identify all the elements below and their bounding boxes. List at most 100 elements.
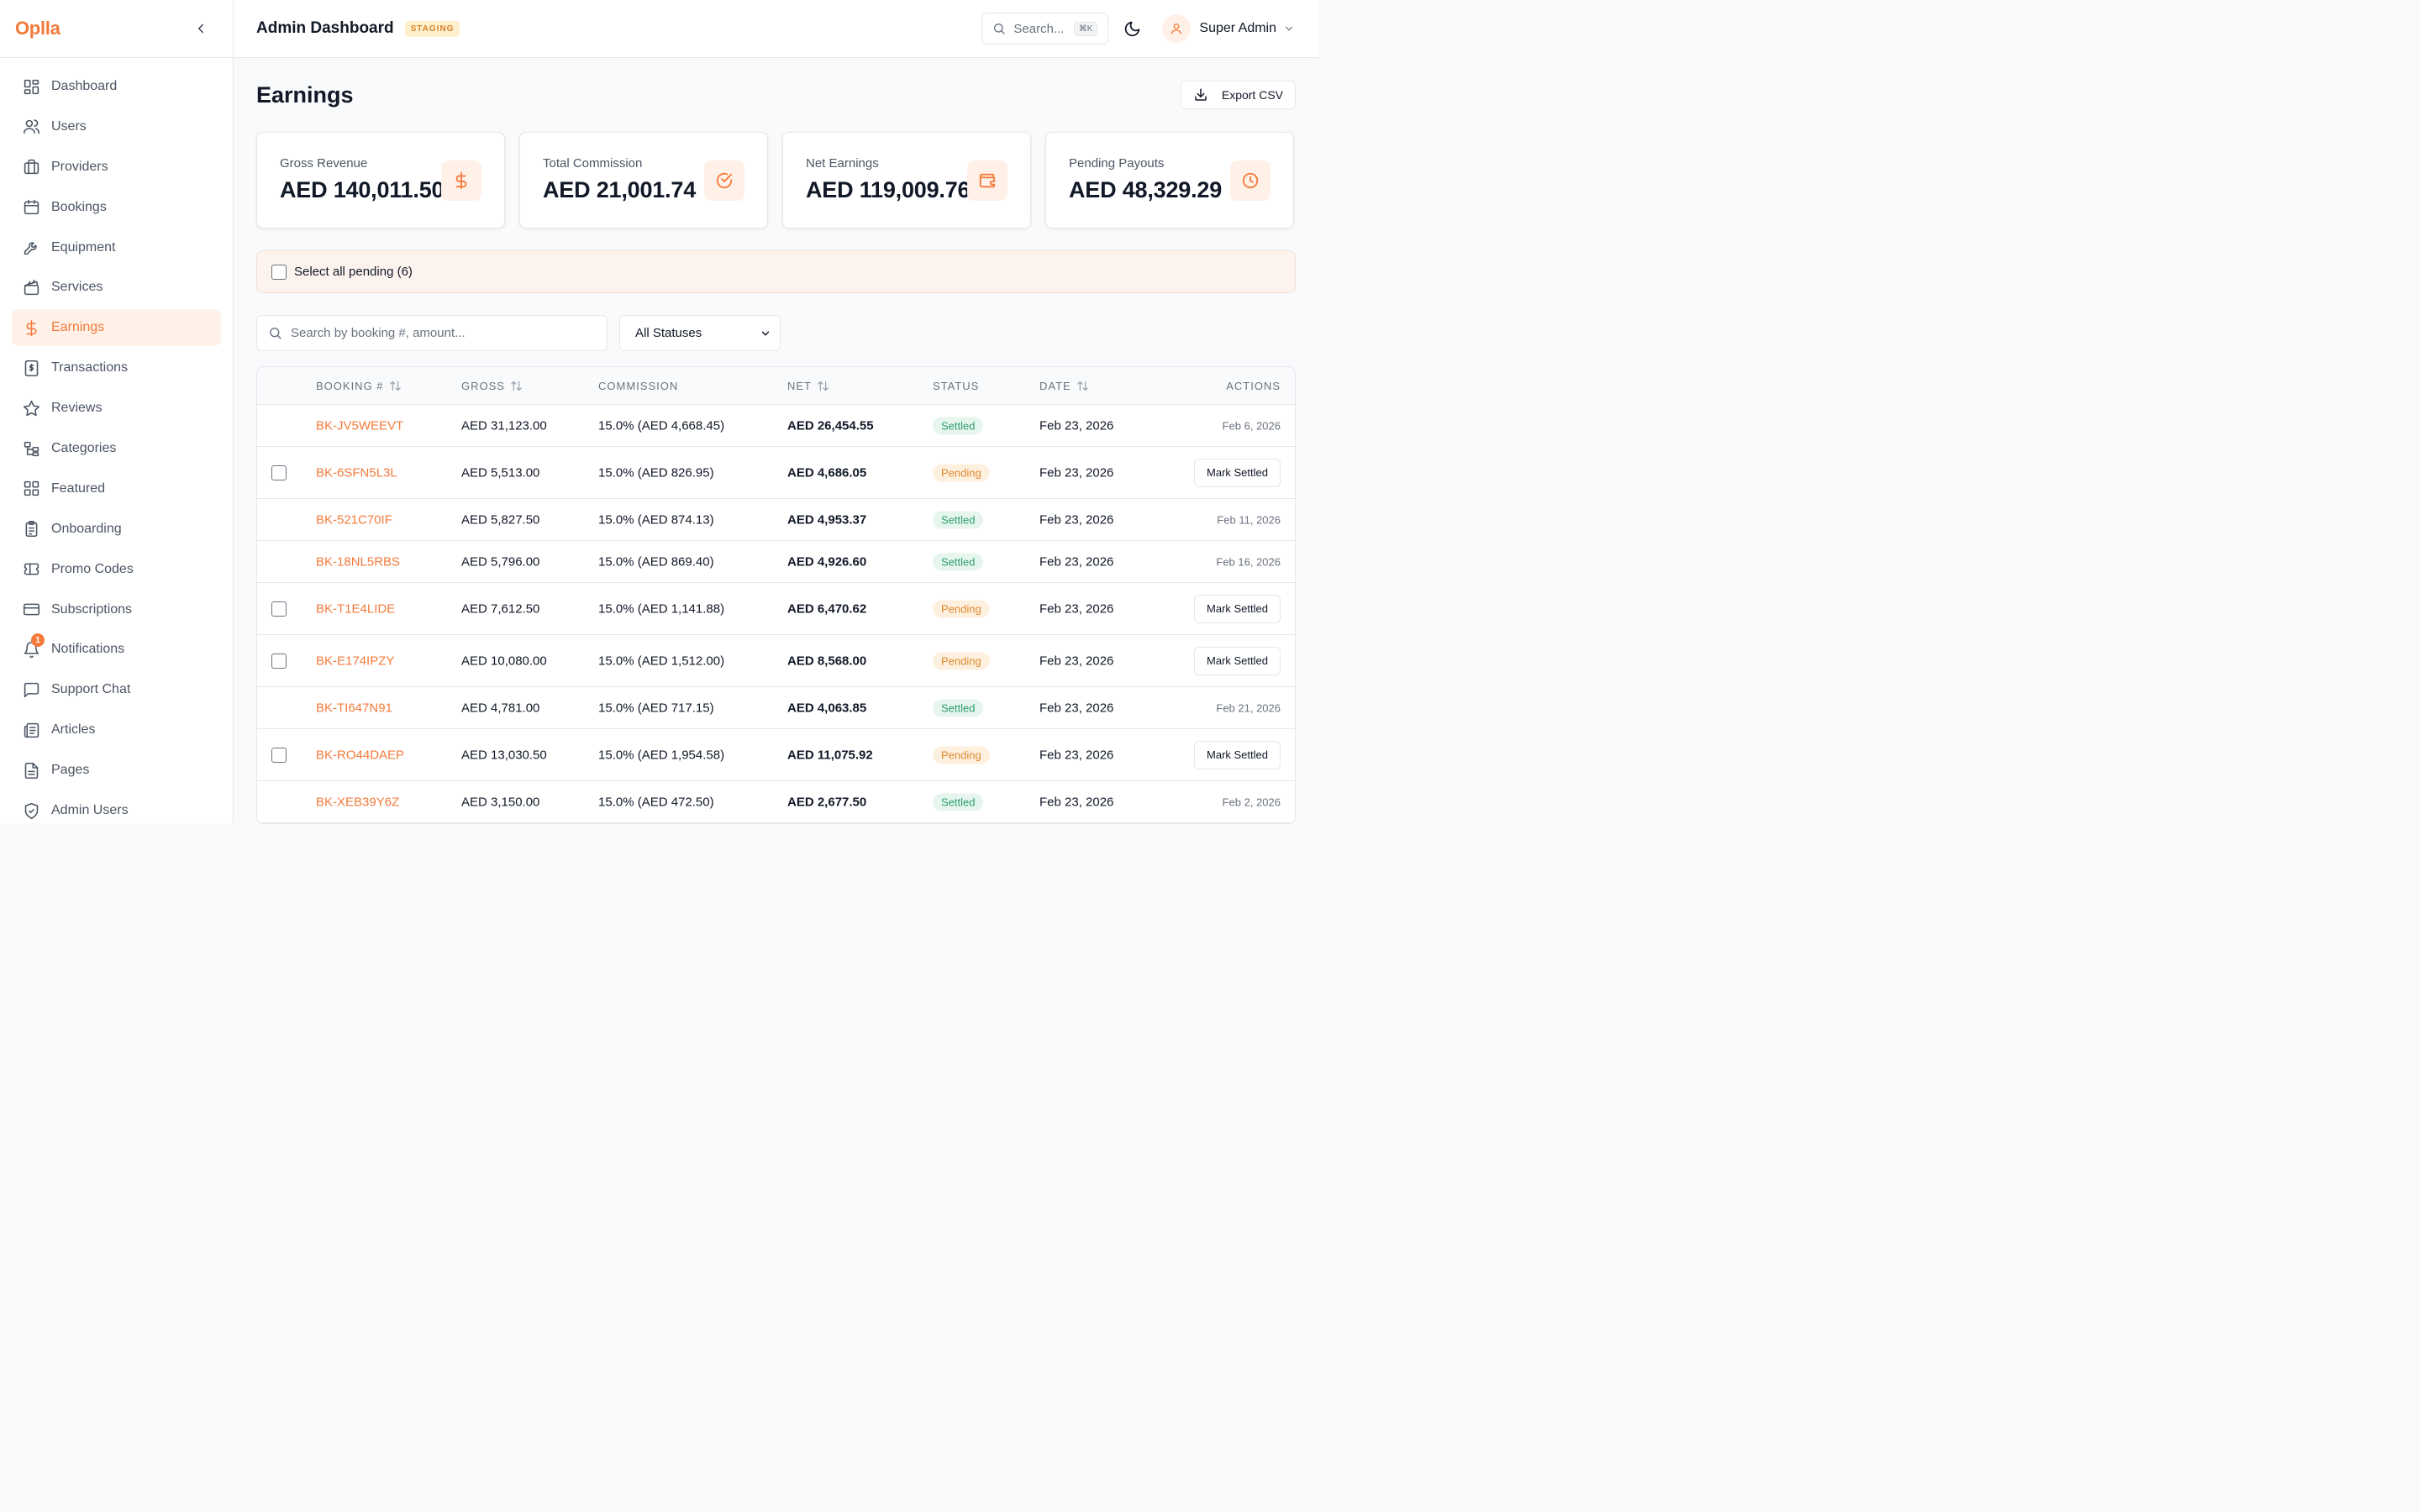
booking-link[interactable]: BK-521C70IF xyxy=(316,512,392,527)
column-commission-label: COMMISSION xyxy=(598,379,679,392)
sidebar-nav: Dashboard Users Providers Bookings Equipment… xyxy=(0,58,233,829)
booking-link[interactable]: BK-18NL5RBS xyxy=(316,554,400,569)
sidebar-item-pages[interactable]: Pages xyxy=(12,752,221,789)
mark-settled-button[interactable]: Mark Settled xyxy=(1194,594,1281,623)
sidebar-item-equipment[interactable]: Equipment xyxy=(12,229,221,266)
column-gross[interactable]: GROSS xyxy=(461,380,523,392)
sidebar-item-earnings[interactable]: Earnings xyxy=(12,309,221,347)
booking-date: Feb 23, 2026 xyxy=(1039,554,1114,569)
select-all-checkbox[interactable] xyxy=(271,264,287,280)
chevron-down-icon xyxy=(761,331,770,336)
sidebar-item-notifications[interactable]: Notifications 1 xyxy=(12,631,221,668)
transactions-icon xyxy=(22,359,40,377)
table-row: BK-521C70IF AED 5,827.50 15.0% (AED 874.13… xyxy=(257,499,1295,541)
sidebar-item-onboarding[interactable]: Onboarding xyxy=(12,511,221,548)
sidebar-item-promo-codes[interactable]: Promo Codes xyxy=(12,551,221,588)
mark-settled-button[interactable]: Mark Settled xyxy=(1194,646,1281,675)
booking-date: Feb 23, 2026 xyxy=(1039,701,1114,715)
status-badge: Settled xyxy=(933,699,984,717)
booking-link[interactable]: BK-JV5WEEVT xyxy=(316,418,403,433)
global-search[interactable]: Search... ⌘K xyxy=(981,13,1109,45)
bookings-icon xyxy=(22,198,40,217)
net-amount: AED 4,953.37 xyxy=(787,512,867,527)
booking-date: Feb 23, 2026 xyxy=(1039,795,1114,809)
sidebar-item-articles[interactable]: Articles xyxy=(12,711,221,748)
check-circle-icon xyxy=(704,160,744,201)
booking-link[interactable]: BK-XEB39Y6Z xyxy=(316,795,399,809)
sidebar-item-label: Onboarding xyxy=(51,521,122,536)
sidebar-item-subscriptions[interactable]: Subscriptions xyxy=(12,591,221,628)
sidebar-item-label: Users xyxy=(51,118,87,134)
settled-date: Feb 2, 2026 xyxy=(1222,795,1281,808)
theme-toggle-button[interactable] xyxy=(1122,18,1142,39)
collapse-sidebar-button[interactable] xyxy=(192,20,209,37)
column-date[interactable]: DATE xyxy=(1039,380,1089,392)
table-row: BK-6SFN5L3L AED 5,513.00 15.0% (AED 826.95… xyxy=(257,447,1295,499)
clock-icon xyxy=(1230,160,1270,201)
mark-settled-button[interactable]: Mark Settled xyxy=(1194,458,1281,487)
gross-amount: AED 5,796.00 xyxy=(461,554,540,569)
sidebar-item-label: Providers xyxy=(51,159,108,174)
net-amount: AED 8,568.00 xyxy=(787,654,867,668)
status-badge: Settled xyxy=(933,417,984,434)
user-menu[interactable]: Super Admin xyxy=(1162,14,1295,43)
sidebar-item-label: Earnings xyxy=(51,320,105,335)
environment-badge: STAGING xyxy=(404,20,460,37)
table-row: BK-TI647N91 AED 4,781.00 15.0% (AED 717.15… xyxy=(257,687,1295,729)
booking-link[interactable]: BK-T1E4LIDE xyxy=(316,601,395,616)
column-actions: ACTIONS xyxy=(1226,380,1281,392)
search-icon xyxy=(994,24,1006,34)
commission-amount: 15.0% (AED 874.13) xyxy=(598,512,714,527)
booking-search-input[interactable]: Search by booking #, amount... xyxy=(256,315,608,351)
sort-icon xyxy=(1076,381,1088,391)
mark-settled-button[interactable]: Mark Settled xyxy=(1194,740,1281,769)
brand-logo[interactable]: Oplla xyxy=(15,18,60,39)
sidebar-item-dashboard[interactable]: Dashboard xyxy=(12,68,221,105)
status-badge: Pending xyxy=(933,652,990,669)
stat-card-gross-revenue: Gross Revenue AED 140,011.50 xyxy=(256,132,505,228)
sidebar-item-services[interactable]: Services xyxy=(12,269,221,306)
gross-amount: AED 3,150.00 xyxy=(461,795,540,809)
support-chat-icon xyxy=(22,680,40,699)
sidebar-item-reviews[interactable]: Reviews xyxy=(12,390,221,427)
commission-amount: 15.0% (AED 869.40) xyxy=(598,554,714,569)
select-all-label[interactable]: Select all pending (6) xyxy=(294,265,413,279)
settled-date: Feb 11, 2026 xyxy=(1217,513,1281,526)
booking-link[interactable]: BK-E174IPZY xyxy=(316,654,394,668)
status-filter-select[interactable]: All Statuses xyxy=(619,315,781,351)
booking-link[interactable]: BK-RO44DAEP xyxy=(316,748,404,762)
sidebar-item-users[interactable]: Users xyxy=(12,108,221,145)
row-checkbox[interactable] xyxy=(271,465,287,480)
commission-amount: 15.0% (AED 472.50) xyxy=(598,795,714,809)
booking-link[interactable]: BK-6SFN5L3L xyxy=(316,465,397,480)
sidebar-item-categories[interactable]: Categories xyxy=(12,430,221,467)
stats-row: Gross Revenue AED 140,011.50 Total Commiss… xyxy=(256,132,1296,228)
column-gross-label: GROSS xyxy=(461,379,505,392)
export-csv-button[interactable]: Export CSV xyxy=(1180,81,1296,109)
gross-amount: AED 5,827.50 xyxy=(461,512,540,527)
gross-amount: AED 7,612.50 xyxy=(461,601,540,616)
equipment-icon xyxy=(22,239,40,257)
booking-link[interactable]: BK-TI647N91 xyxy=(316,701,392,715)
user-icon xyxy=(1171,24,1182,34)
moon-icon xyxy=(1124,21,1140,36)
net-amount: AED 4,686.05 xyxy=(787,465,867,480)
column-net[interactable]: NET xyxy=(787,380,829,392)
row-checkbox[interactable] xyxy=(271,747,287,763)
row-checkbox[interactable] xyxy=(271,653,287,669)
sidebar-item-transactions[interactable]: Transactions xyxy=(12,349,221,386)
table-row: BK-18NL5RBS AED 5,796.00 15.0% (AED 869.40… xyxy=(257,541,1295,583)
booking-date: Feb 23, 2026 xyxy=(1039,418,1114,433)
column-status-label: STATUS xyxy=(933,379,980,392)
commission-amount: 15.0% (AED 4,668.45) xyxy=(598,418,725,433)
sidebar-item-providers[interactable]: Providers xyxy=(12,149,221,186)
sidebar-item-featured[interactable]: Featured xyxy=(12,470,221,507)
net-amount: AED 6,470.62 xyxy=(787,601,867,616)
stat-card-pending-payouts: Pending Payouts AED 48,329.29 xyxy=(1045,132,1294,228)
page-title: Earnings xyxy=(256,81,354,108)
sidebar-item-admin-users[interactable]: Admin Users xyxy=(12,792,221,829)
sidebar-item-support-chat[interactable]: Support Chat xyxy=(12,671,221,708)
sidebar-item-bookings[interactable]: Bookings xyxy=(12,189,221,226)
column-booking[interactable]: BOOKING # xyxy=(316,380,402,392)
row-checkbox[interactable] xyxy=(271,601,287,617)
